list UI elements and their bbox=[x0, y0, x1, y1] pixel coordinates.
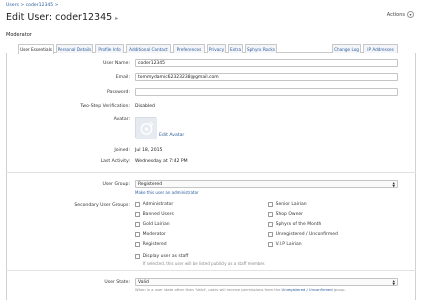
checkbox-banned-users[interactable]: Banned Users bbox=[135, 212, 174, 217]
checkbox-label: V.I.P Lairian bbox=[275, 242, 302, 247]
avatar-label: Avatar: bbox=[113, 117, 130, 122]
unregistered-group-link[interactable]: Unregistered / Unconfirmed bbox=[282, 288, 333, 292]
checkbox-label: Sphyrx of the Month bbox=[275, 222, 322, 227]
checkbox-sphyrx-of-the-month[interactable]: Sphyrx of the Month bbox=[268, 222, 321, 227]
checkbox-label: Moderator bbox=[142, 232, 166, 237]
default-avatar-icon bbox=[136, 118, 157, 139]
last-activity-value: Wednesday at 7:42 PM bbox=[135, 159, 188, 164]
checkbox-vip-lairian[interactable]: V.I.P Lairian bbox=[268, 242, 302, 247]
tab-sphyrx-rocks[interactable]: Sphyrx Rocks bbox=[245, 44, 277, 53]
tab-bar: User Essentials Personal Details Profile… bbox=[18, 44, 398, 54]
secondary-groups-label: Secondary User Groups: bbox=[74, 203, 130, 208]
title-arrow-icon: ▸ bbox=[115, 15, 119, 22]
checkbox-label: Banned Users bbox=[142, 212, 174, 217]
user-state-hint-text: When in a user state other than 'Valid',… bbox=[135, 288, 281, 292]
section-divider bbox=[6, 172, 416, 173]
checkbox-box[interactable] bbox=[135, 232, 140, 237]
tab-change-log[interactable]: Change Log bbox=[332, 44, 361, 53]
breadcrumb[interactable]: Users > coder12345 > bbox=[6, 3, 59, 8]
page-subtitle: Moderator bbox=[6, 32, 32, 38]
checkbox-box[interactable] bbox=[135, 212, 140, 217]
two-step-label: Two-Step Verification: bbox=[80, 104, 130, 109]
checkbox-box[interactable] bbox=[268, 212, 273, 217]
avatar[interactable] bbox=[135, 117, 157, 139]
section-divider bbox=[6, 270, 416, 271]
page-title: Edit User: coder12345 ▸ bbox=[6, 12, 118, 23]
checkbox-box[interactable] bbox=[135, 242, 140, 247]
user-state-select[interactable]: Valid ▲ ▼ bbox=[135, 278, 398, 286]
select-arrows-icon: ▲ ▼ bbox=[392, 278, 395, 286]
make-admin-link[interactable]: Make this user an administrator bbox=[135, 190, 199, 195]
checkbox-shop-owner[interactable]: Shop Owner bbox=[268, 212, 303, 217]
email-input[interactable]: tommydamic62323238@gmail.com bbox=[135, 73, 398, 81]
user-state-hint-end: group. bbox=[333, 288, 346, 292]
checkbox-label: Display user as staff bbox=[142, 254, 189, 259]
checkbox-label: Registered bbox=[142, 242, 167, 247]
select-arrows-icon: ▲ ▼ bbox=[392, 180, 395, 188]
checkbox-box[interactable] bbox=[135, 254, 140, 259]
checkbox-label: Senior Lairian bbox=[275, 202, 307, 207]
checkbox-moderator[interactable]: Moderator bbox=[135, 232, 166, 237]
checkbox-box[interactable] bbox=[135, 202, 140, 207]
checkbox-label: Gold Lairian bbox=[142, 222, 170, 227]
page-title-prefix: Edit User: bbox=[6, 12, 53, 23]
email-label: Email: bbox=[115, 75, 130, 80]
display-staff-hint: If selected, this user will be listed pu… bbox=[143, 261, 266, 266]
joined-label: Joined: bbox=[114, 148, 130, 153]
checkbox-senior-lairian[interactable]: Senior Lairian bbox=[268, 202, 307, 207]
tab-ip-addresses[interactable]: IP Addresses bbox=[363, 44, 398, 53]
joined-value: Jul 18, 2015 bbox=[135, 148, 163, 153]
password-label: Password: bbox=[106, 90, 130, 95]
checkbox-box[interactable] bbox=[268, 202, 273, 207]
tab-privacy[interactable]: Privacy bbox=[207, 44, 226, 53]
chevron-down-icon: ▾ bbox=[407, 11, 414, 18]
user-group-selected: Registered bbox=[138, 181, 163, 187]
checkbox-label: Administrator bbox=[142, 202, 174, 207]
checkbox-unregistered-unconfirmed[interactable]: Unregistered / Unconfirmed bbox=[268, 232, 338, 237]
user-state-label: User State: bbox=[104, 280, 130, 285]
page-title-username: coder12345 bbox=[55, 12, 113, 23]
checkbox-registered[interactable]: Registered bbox=[135, 242, 167, 247]
user-state-selected: Valid bbox=[138, 279, 149, 285]
user-state-hint: When in a user state other than 'Valid',… bbox=[135, 288, 346, 292]
checkbox-box[interactable] bbox=[135, 222, 140, 227]
last-activity-label: Last Activity: bbox=[100, 159, 130, 164]
checkbox-display-staff[interactable]: Display user as staff bbox=[135, 254, 188, 259]
username-label: User Name: bbox=[102, 61, 130, 66]
tab-extra[interactable]: Extra bbox=[228, 44, 243, 53]
checkbox-gold-lairian[interactable]: Gold Lairian bbox=[135, 222, 170, 227]
checkbox-box[interactable] bbox=[268, 232, 273, 237]
checkbox-box[interactable] bbox=[268, 222, 273, 227]
checkbox-label: Shop Owner bbox=[275, 212, 304, 217]
two-step-value: Disabled bbox=[135, 104, 155, 109]
username-input[interactable]: coder12345 bbox=[135, 59, 398, 67]
tab-additional-contact[interactable]: Additional Contact bbox=[126, 44, 171, 53]
user-group-label: User Group: bbox=[102, 182, 130, 187]
actions-menu-button[interactable]: Actions ▾ bbox=[387, 11, 414, 18]
tab-profile-info[interactable]: Profile Info bbox=[95, 44, 124, 53]
edit-avatar-link[interactable]: Edit Avatar bbox=[159, 133, 184, 138]
tab-preferences[interactable]: Preferences bbox=[173, 44, 205, 53]
actions-label: Actions bbox=[386, 11, 405, 18]
user-group-select[interactable]: Registered ▲ ▼ bbox=[135, 180, 398, 188]
password-input[interactable] bbox=[135, 88, 398, 96]
checkbox-label: Unregistered / Unconfirmed bbox=[275, 232, 338, 237]
checkbox-administrator[interactable]: Administrator bbox=[135, 202, 173, 207]
checkbox-box[interactable] bbox=[268, 242, 273, 247]
tab-personal-details[interactable]: Personal Details bbox=[56, 44, 93, 53]
